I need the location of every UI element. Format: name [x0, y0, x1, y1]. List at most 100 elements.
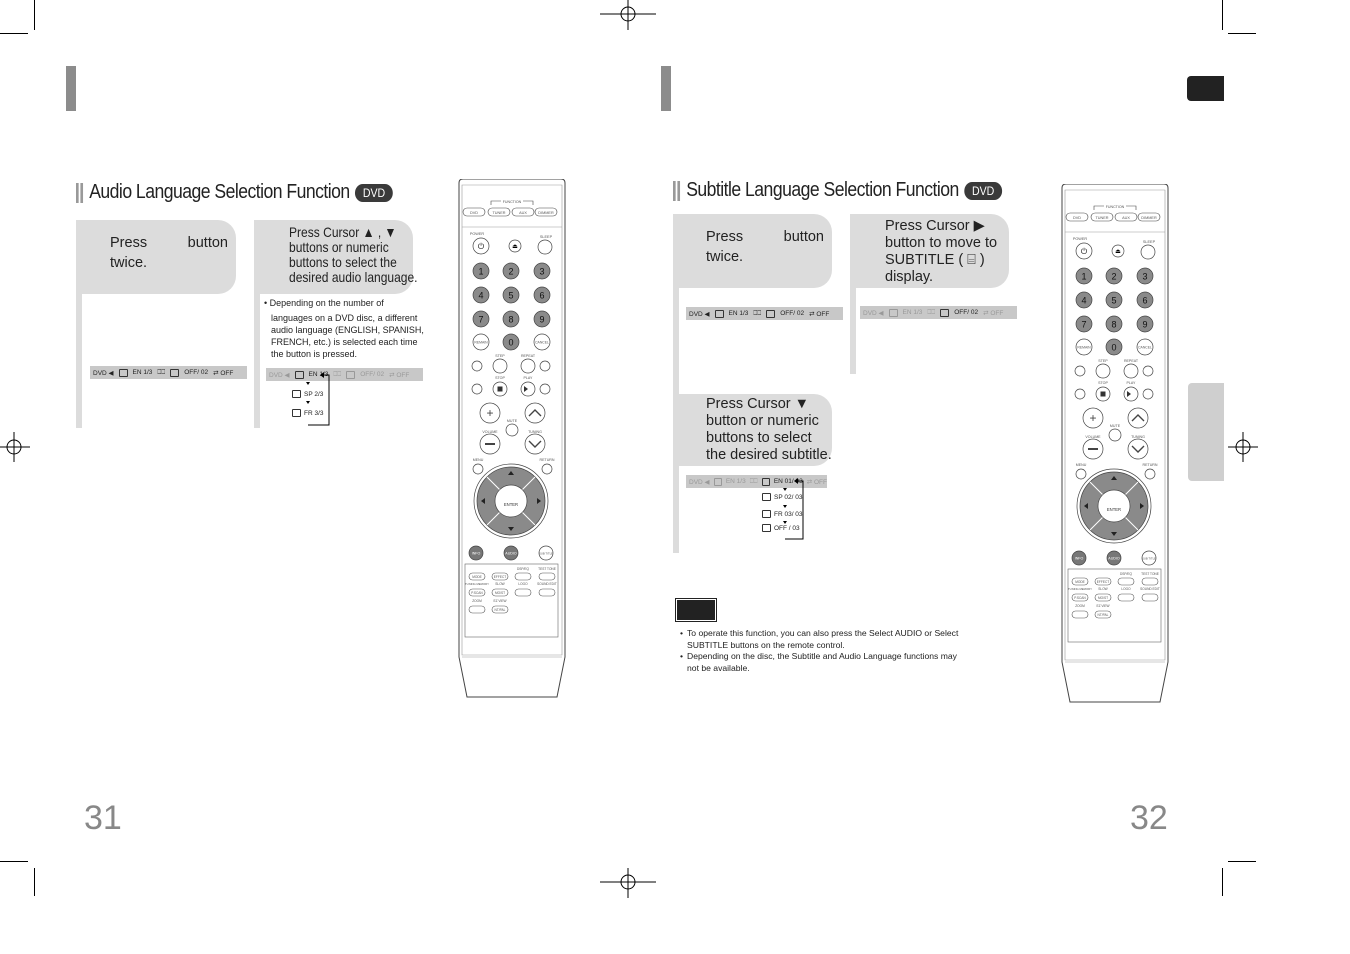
sound-edit-button[interactable] [1141, 593, 1159, 602]
repeat-button[interactable] [520, 358, 536, 374]
dsp-label: DSP/EQ [1120, 572, 1133, 576]
step-button[interactable] [492, 358, 508, 374]
number-label: 2 [1111, 272, 1116, 282]
note-text: Depending on the disc, the Subtitle and … [687, 651, 957, 673]
minus-icon [485, 443, 495, 445]
subtitle-icon [170, 368, 180, 377]
function-button-label: TUNER [1095, 216, 1108, 220]
slow-label: SLOW [495, 582, 504, 586]
number-label: 7 [478, 315, 483, 325]
dsp-button[interactable] [514, 572, 532, 581]
osd-subtitle: OFF/ 02 [184, 369, 209, 376]
function-button-label: DVD [1073, 216, 1081, 220]
repeat-label: REPEAT [521, 354, 536, 358]
zoom-button[interactable] [468, 605, 486, 614]
osd-bar: DVD ◀ EN 1/3 ⎕⎕ OFF/ 02 ⇄ OFF [686, 307, 843, 320]
remote-svg: FUNCTION DVD TUNER AUX DIMMER POWER SLEEP ⏻ ⏏ 1 2 3… [1061, 183, 1169, 703]
number-label: 4 [478, 291, 483, 301]
number-label: 1 [478, 267, 483, 277]
slow-label: SLOW [1098, 587, 1107, 591]
enter-label: ENTER [504, 502, 518, 507]
skip-forward-button[interactable] [539, 360, 551, 372]
function-label: FUNCTION [1106, 205, 1125, 209]
menu-button[interactable] [1075, 468, 1087, 480]
osd-angle: ⎕⎕ [749, 477, 758, 485]
function-button-label: TUNER [492, 211, 505, 215]
step-stripe [850, 288, 856, 374]
power-label: POWER [1073, 237, 1088, 241]
tuning-down-button[interactable] [524, 433, 546, 455]
volume-label: VOLUME [482, 430, 498, 434]
rewind-button[interactable] [471, 383, 483, 395]
menu-label: MENU [473, 458, 484, 462]
number-label: 2 [508, 267, 513, 277]
logo-button[interactable] [1117, 593, 1135, 602]
subtitle-icon [762, 524, 771, 532]
logo-label: LOGO [518, 582, 528, 586]
mute-button[interactable] [1108, 428, 1122, 442]
number-label: 3 [539, 267, 544, 277]
mode-button-label: MODE [1075, 580, 1085, 584]
osd-subtitle: OFF/ 02 [360, 371, 385, 378]
skip-forward-button[interactable] [1142, 365, 1154, 377]
return-button[interactable] [541, 463, 553, 475]
repeat-label: REPEAT [1124, 359, 1139, 363]
number-label: 8 [508, 315, 513, 325]
mute-button[interactable] [505, 423, 519, 437]
note-item: • To operate this function, you can also … [680, 628, 970, 651]
cycle-arrow [306, 372, 330, 426]
number-label: 1 [1081, 272, 1086, 282]
remain-label: REMAIN [474, 341, 488, 345]
tuning-up-button[interactable] [524, 402, 546, 424]
number-label: 4 [1081, 296, 1086, 306]
step-button[interactable] [1095, 363, 1111, 379]
step-text: buttons to select [706, 430, 812, 446]
sleep-button[interactable] [1140, 244, 1156, 260]
tuning-memory-label: TUNING MEMORY [465, 582, 489, 586]
sound-edit-button[interactable] [538, 588, 556, 597]
tuning-up-button[interactable] [1127, 407, 1149, 429]
return-button[interactable] [1144, 468, 1156, 480]
test-tone-button[interactable] [1141, 577, 1159, 586]
subtitle-label: SUB TITLE [1142, 557, 1156, 561]
fast-forward-button[interactable] [1142, 388, 1154, 400]
zoom-button[interactable] [1071, 610, 1089, 619]
repeat-button[interactable] [1123, 363, 1139, 379]
stop-icon [1100, 391, 1106, 397]
osd-subtitle: OFF/ 02 [780, 310, 805, 317]
rewind-button[interactable] [1074, 388, 1086, 400]
fast-forward-button[interactable] [539, 383, 551, 395]
dvd-badge: DVD [354, 183, 394, 202]
step-text: Press Cursor ▼ [706, 396, 809, 412]
skip-back-button[interactable] [1074, 365, 1086, 377]
enter-button[interactable] [494, 484, 528, 518]
audio-icon [713, 477, 722, 486]
mo-st-button-label: MO/ST [1098, 596, 1108, 600]
number-label: 3 [1142, 272, 1147, 282]
step-text: the desired subtitle. [706, 447, 832, 463]
sleep-button[interactable] [537, 239, 553, 255]
power-icon: ⏻ [478, 242, 485, 251]
dsp-button[interactable] [1117, 577, 1135, 586]
step-stripe [254, 294, 260, 428]
menu-button[interactable] [472, 463, 484, 475]
pscan-button-label: P.SCAN [471, 591, 483, 595]
test-tone-button[interactable] [538, 572, 556, 581]
mode-button-label: MODE [472, 575, 482, 579]
step-text: display. [885, 269, 934, 285]
skip-back-button[interactable] [471, 360, 483, 372]
osd-dvd: DVD ◀ [93, 369, 114, 377]
step-label: STEP [495, 354, 505, 358]
subtitle-icon [940, 308, 950, 317]
osd-dvd: DVD ◀ [863, 309, 884, 317]
enter-button[interactable] [1097, 489, 1131, 523]
function-button-label: DVD [470, 211, 478, 215]
number-label: 9 [1142, 320, 1147, 330]
logo-button[interactable] [514, 588, 532, 597]
subtitle-icon [761, 477, 770, 486]
osd-audio: EN 1/3 [728, 310, 749, 317]
tuning-down-button[interactable] [1127, 438, 1149, 460]
number-label: 6 [539, 291, 544, 301]
title-marks [76, 182, 79, 203]
subtitle-icon [766, 309, 776, 318]
